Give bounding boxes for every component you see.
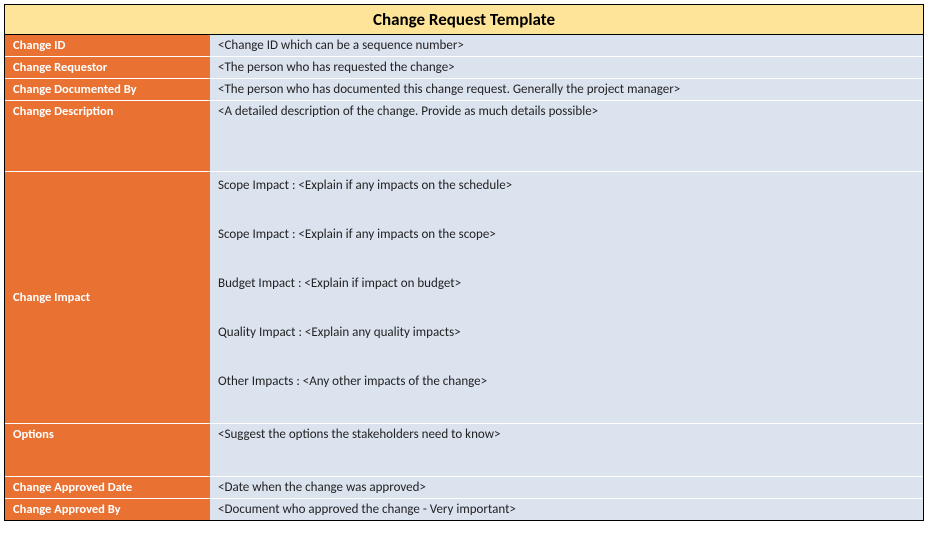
label-change-documented-by: Change Documented By	[5, 79, 210, 100]
row-change-documented-by: Change Documented By <The person who has…	[5, 79, 923, 101]
value-change-requestor: <The person who has requested the change…	[210, 57, 923, 78]
row-change-id: Change ID <Change ID which can be a sequ…	[5, 35, 923, 57]
row-change-description: Change Description <A detailed descripti…	[5, 101, 923, 172]
label-change-approved-date: Change Approved Date	[5, 477, 210, 498]
row-options: Options <Suggest the options the stakeho…	[5, 424, 923, 477]
impact-item: Scope Impact : <Explain if any impacts o…	[210, 221, 923, 270]
row-change-approved-date: Change Approved Date <Date when the chan…	[5, 477, 923, 499]
value-change-impact: Scope Impact : <Explain if any impacts o…	[210, 172, 923, 423]
row-change-requestor: Change Requestor <The person who has req…	[5, 57, 923, 79]
change-request-template: Change Request Template Change ID <Chang…	[4, 4, 924, 521]
impact-item: Quality Impact : <Explain any quality im…	[210, 319, 923, 368]
label-change-id: Change ID	[5, 35, 210, 56]
template-title: Change Request Template	[5, 5, 923, 35]
value-change-documented-by: <The person who has documented this chan…	[210, 79, 923, 100]
row-change-approved-by: Change Approved By <Document who approve…	[5, 499, 923, 520]
value-change-approved-by: <Document who approved the change - Very…	[210, 499, 923, 520]
impact-item: Scope Impact : <Explain if any impacts o…	[210, 172, 923, 221]
impact-item: Other Impacts : <Any other impacts of th…	[210, 368, 923, 423]
label-change-approved-by: Change Approved By	[5, 499, 210, 520]
value-change-id: <Change ID which can be a sequence numbe…	[210, 35, 923, 56]
value-change-approved-date: <Date when the change was approved>	[210, 477, 923, 498]
value-options: <Suggest the options the stakeholders ne…	[210, 424, 923, 476]
value-change-description: <A detailed description of the change. P…	[210, 101, 923, 171]
impact-item: Budget Impact : <Explain if impact on bu…	[210, 270, 923, 319]
label-change-requestor: Change Requestor	[5, 57, 210, 78]
label-change-impact: Change Impact	[5, 172, 210, 423]
label-options: Options	[5, 424, 210, 476]
row-change-impact: Change Impact Scope Impact : <Explain if…	[5, 172, 923, 424]
label-change-description: Change Description	[5, 101, 210, 171]
